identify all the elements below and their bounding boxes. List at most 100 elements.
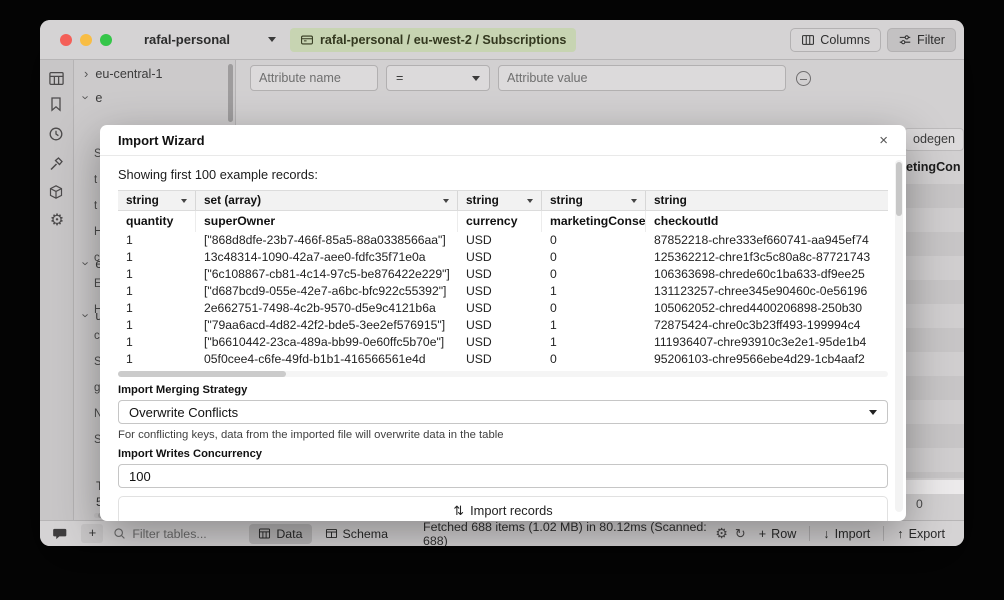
tables-icon[interactable] xyxy=(48,70,66,88)
import-records-button[interactable]: ⇅ Import records xyxy=(118,496,888,521)
status-bar: + Data Schema Fetched 688 items (1.02 MB… xyxy=(40,520,964,546)
data-grid-icon xyxy=(258,527,271,540)
cell-quantity: 1 xyxy=(118,334,196,351)
cell-quantity: 1 xyxy=(118,300,196,317)
close-window-button[interactable] xyxy=(60,34,72,46)
chevron-down-icon xyxy=(472,76,480,81)
table-row: 1 ["d687bcd9-055e-42e7-a6bc-bfc922c55392… xyxy=(118,283,888,300)
remove-filter-icon[interactable] xyxy=(796,71,811,86)
column-header-partial[interactable]: etingCon xyxy=(906,160,961,174)
feedback-chat-icon[interactable] xyxy=(52,525,67,542)
filter-attribute-name-input[interactable] xyxy=(250,65,378,91)
filter-operator-select[interactable]: = xyxy=(386,65,490,91)
close-icon[interactable]: × xyxy=(879,133,888,148)
table-row: 1 ["868d8dfe-23b7-466f-85a5-88a0338566aa… xyxy=(118,232,888,249)
type-select-quantity[interactable]: string xyxy=(118,191,196,210)
title-bar: rafal-personal rafal-personal / eu-west-… xyxy=(40,20,964,60)
columns-button[interactable]: Columns xyxy=(790,28,881,52)
region-label: eu-central-1 xyxy=(95,67,162,81)
column-header: marketingConsent xyxy=(542,211,646,232)
import-button[interactable]: ↓ Import xyxy=(810,527,883,541)
download-arrow-icon: ↓ xyxy=(823,527,829,541)
sidebar-region-eu-central-1[interactable]: › eu-central-1 xyxy=(84,66,163,81)
cell-superowner: ["b6610442-23ca-489a-bb99-0e60ffc5b70e"] xyxy=(196,334,458,351)
cell-marketingconsent: 1 xyxy=(542,334,646,351)
merging-strategy-select[interactable]: Overwrite Conflicts xyxy=(118,400,888,424)
cell-checkoutid: 131123257-chree345e90460c-0e56196 xyxy=(646,283,888,300)
preview-horizontal-scrollbar[interactable] xyxy=(118,371,286,377)
cell-quantity: 1 xyxy=(118,249,196,266)
columns-icon xyxy=(801,33,815,47)
filter-attribute-value-input[interactable] xyxy=(498,65,786,91)
cell-currency: USD xyxy=(458,266,542,283)
cell-checkoutid: 125362212-chre1f3c5c80a8c-87721743 xyxy=(646,249,888,266)
cell-checkoutid: 105062052-chred4400206898-250b30 xyxy=(646,300,888,317)
add-row-button[interactable]: + Row xyxy=(746,527,810,541)
plus-icon: + xyxy=(759,527,766,541)
chevron-down-icon xyxy=(443,199,449,203)
search-icon xyxy=(113,527,126,540)
cell-quantity: 1 xyxy=(118,266,196,283)
fetch-status-text: Fetched 688 items (1.02 MB) in 80.12ms (… xyxy=(423,520,707,547)
concurrency-input[interactable] xyxy=(118,464,888,488)
modal-vscroll-track xyxy=(895,160,903,512)
chevron-down-icon: › xyxy=(79,313,94,317)
cell-currency: USD xyxy=(458,317,542,334)
chevron-down-icon xyxy=(869,410,877,415)
table-row: 1 05f0cee4-c6fe-49fd-b1b1-416566561e4d U… xyxy=(118,351,888,368)
cell-superowner: 13c48314-1090-42a7-aee0-fdfc35f71e0a xyxy=(196,249,458,266)
table-row: 1 ["79aa6acd-4d82-42f2-bde5-3ee2ef576915… xyxy=(118,317,888,334)
tab-data[interactable]: Data xyxy=(249,524,311,544)
codegen-button-partial[interactable]: odegen xyxy=(904,128,964,151)
query-settings-gear-icon[interactable]: ⚙ xyxy=(715,525,728,542)
modal-vertical-scrollbar[interactable] xyxy=(896,162,902,216)
sidebar-region-expanded[interactable]: › e xyxy=(84,90,102,105)
minimize-window-button[interactable] xyxy=(80,34,92,46)
settings-gear-icon[interactable]: ⚙ xyxy=(48,212,66,230)
import-updown-icon: ⇅ xyxy=(453,503,464,519)
tab-schema[interactable]: Schema xyxy=(316,524,397,544)
chevron-down-icon xyxy=(268,37,276,42)
filter-sliders-icon xyxy=(898,33,912,47)
cell-marketingconsent: 0 xyxy=(542,351,646,368)
package-icon[interactable] xyxy=(48,184,66,202)
refresh-icon[interactable]: ↻ xyxy=(735,526,746,542)
cell-superowner: ["d687bcd9-055e-42e7-a6bc-bfc922c55392"] xyxy=(196,283,458,300)
cell-currency: USD xyxy=(458,283,542,300)
type-select-checkoutid[interactable]: string xyxy=(646,191,888,210)
table-row: 1 ["6c108867-cb81-4c14-97c5-be876422e229… xyxy=(118,266,888,283)
export-button[interactable]: ↑ Export xyxy=(884,527,958,541)
preview-hscroll-track xyxy=(118,371,888,377)
tools-icon[interactable] xyxy=(48,156,66,174)
cell-checkoutid: 95206103-chre9566ebe4d29-1cb4aaf2 xyxy=(646,351,888,368)
filter-tables-input[interactable] xyxy=(132,527,227,541)
type-select-currency[interactable]: string xyxy=(458,191,542,210)
modal-title: Import Wizard xyxy=(118,133,205,148)
breadcrumb[interactable]: rafal-personal / eu-west-2 / Subscriptio… xyxy=(290,28,576,52)
cell-checkoutid: 106363698-chrede60c1ba633-df9ee25 xyxy=(646,266,888,283)
chevron-down-icon xyxy=(181,199,187,203)
import-records-label: Import records xyxy=(470,503,553,518)
bookmarks-icon[interactable] xyxy=(48,96,66,114)
filter-button[interactable]: Filter xyxy=(887,28,956,52)
zoom-window-button[interactable] xyxy=(100,34,112,46)
columns-button-label: Columns xyxy=(820,33,870,47)
cell-marketingconsent: 0 xyxy=(542,232,646,249)
column-header: checkoutId xyxy=(646,211,888,232)
profile-switcher[interactable]: rafal-personal xyxy=(144,32,276,47)
tab-data-label: Data xyxy=(276,527,302,541)
merging-strategy-label: Import Merging Strategy xyxy=(118,384,888,396)
zebra-rows-background xyxy=(906,184,964,478)
cell-superowner: ["79aa6acd-4d82-42f2-bde5-3ee2ef576915"] xyxy=(196,317,458,334)
history-icon[interactable] xyxy=(48,126,66,144)
type-select-marketingconsent[interactable]: string xyxy=(542,191,646,210)
add-table-button[interactable]: + xyxy=(81,524,103,543)
sidebar-vertical-scrollbar[interactable] xyxy=(228,64,233,122)
traffic-lights xyxy=(60,34,112,46)
filter-tables-search[interactable] xyxy=(113,527,227,541)
export-label: Export xyxy=(909,527,945,541)
cell-marketingconsent: 0 xyxy=(542,249,646,266)
type-select-superowner[interactable]: set (array) xyxy=(196,191,458,210)
filter-button-label: Filter xyxy=(917,33,945,47)
cell-quantity: 1 xyxy=(118,351,196,368)
